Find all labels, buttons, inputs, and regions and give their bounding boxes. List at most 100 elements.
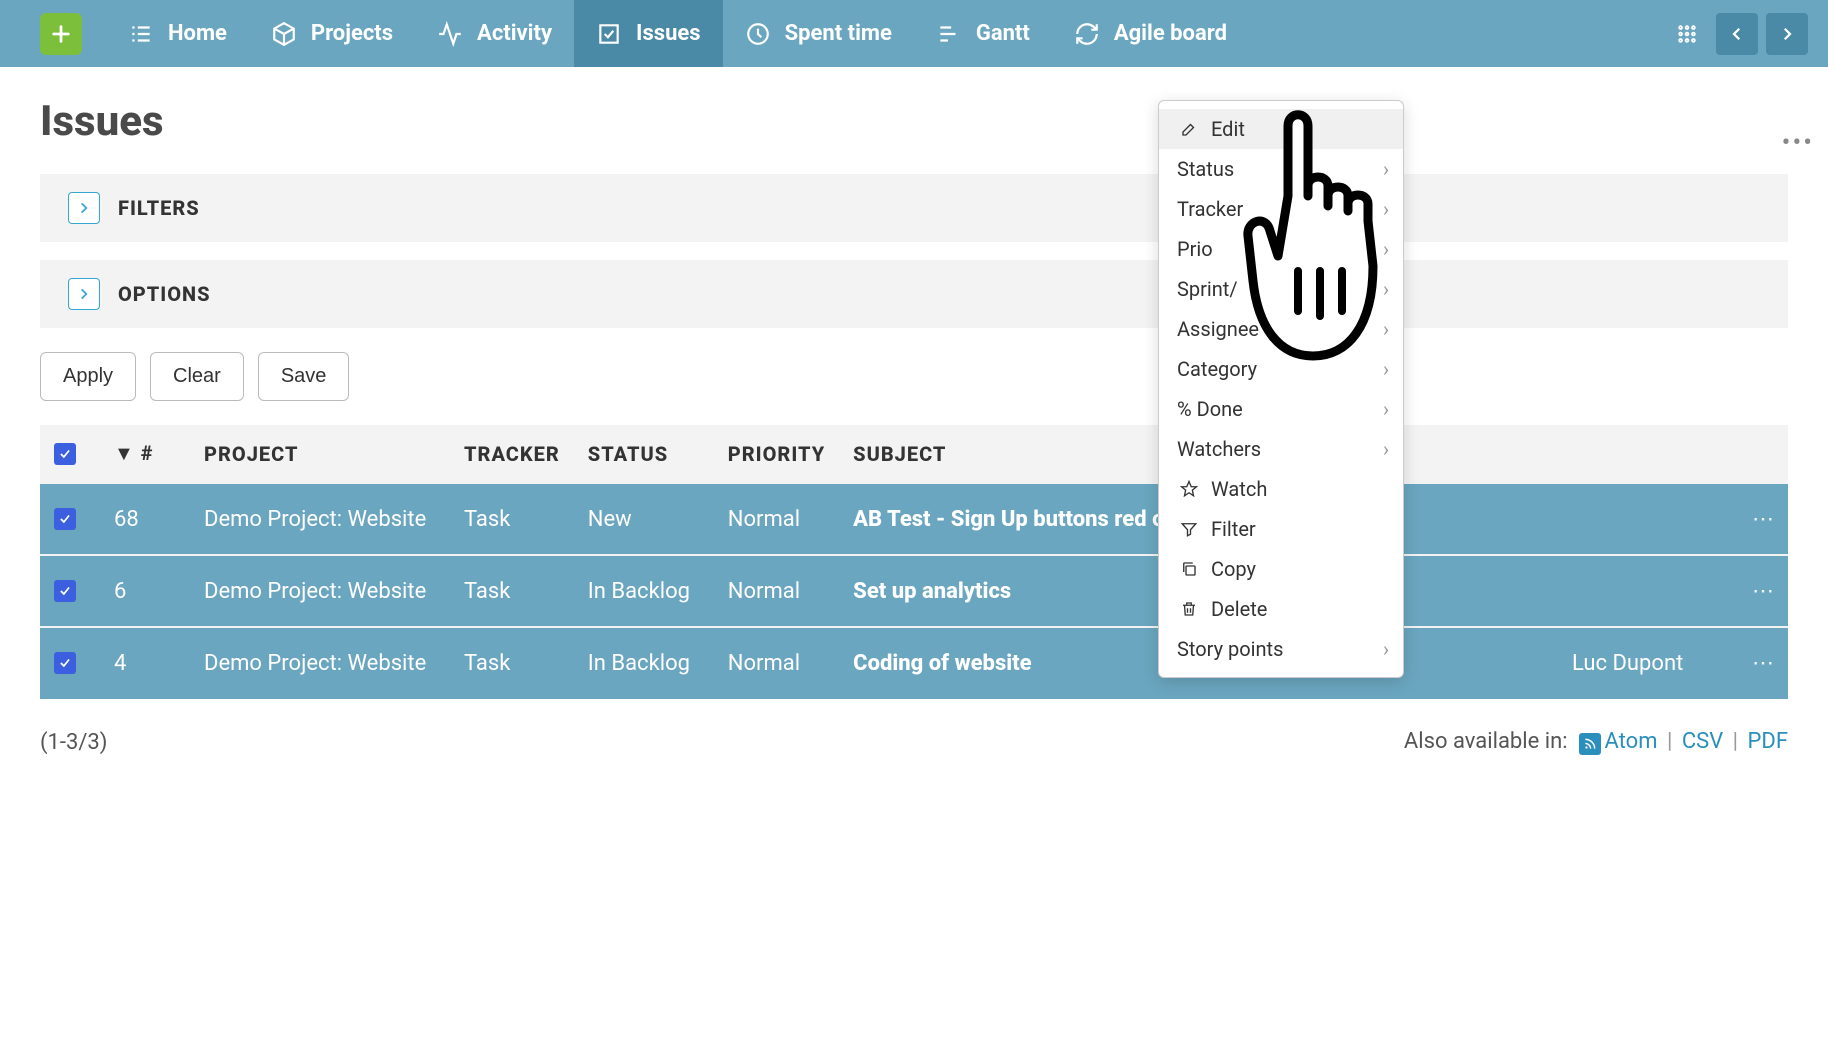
context-menu-item[interactable]: Sprint/› (1159, 269, 1403, 309)
options-toggle[interactable] (68, 278, 100, 310)
context-menu-item[interactable]: Assignee› (1159, 309, 1403, 349)
context-item-label: Status (1177, 157, 1234, 181)
nav-activity[interactable]: Activity (415, 0, 574, 67)
row-checkbox[interactable] (54, 652, 76, 674)
gantt-icon (936, 21, 962, 47)
chevron-right-icon: › (1383, 197, 1389, 221)
page-title: Issues (40, 97, 1788, 146)
row-actions[interactable]: ⋯ (1738, 627, 1788, 699)
context-item-label: Story points (1177, 637, 1283, 661)
nav-issues[interactable]: Issues (574, 0, 723, 67)
row-checkbox[interactable] (54, 508, 76, 530)
context-menu-item[interactable]: Prio› (1159, 229, 1403, 269)
header-status[interactable]: STATUS (574, 425, 714, 483)
context-item-label: Tracker (1177, 197, 1243, 221)
context-menu-item[interactable]: Category › (1159, 349, 1403, 389)
context-menu-item[interactable]: Edit (1159, 109, 1403, 149)
checkbox-icon (54, 443, 76, 465)
edit-icon (1177, 120, 1201, 138)
header-priority[interactable]: PRIORITY (714, 425, 839, 483)
cell-priority: Normal (714, 555, 839, 627)
page-actions-menu[interactable]: ••• (1782, 128, 1814, 158)
nav-spent-time[interactable]: Spent time (723, 0, 914, 67)
activity-icon (437, 21, 463, 47)
chevron-right-icon: › (1383, 237, 1389, 261)
save-button[interactable]: Save (258, 352, 350, 401)
chevron-right-icon: › (1383, 357, 1389, 381)
header-project[interactable]: PROJECT (190, 425, 450, 483)
context-menu-item[interactable]: Copy (1159, 549, 1403, 589)
grid-icon (1676, 23, 1698, 45)
header-id[interactable]: ▼# (100, 425, 190, 483)
trash-icon (1177, 600, 1201, 618)
context-item-label: Filter (1211, 517, 1256, 541)
issues-table: ▼# PROJECT TRACKER STATUS PRIORITY SUBJE… (40, 425, 1788, 699)
export-atom[interactable]: Atom (1605, 729, 1658, 754)
table-row[interactable]: 68 Demo Project: Website Task New Normal… (40, 483, 1788, 555)
row-actions[interactable]: ⋯ (1738, 483, 1788, 555)
pagination-text: (1-3/3) (40, 730, 107, 755)
options-panel: OPTIONS (40, 260, 1788, 328)
context-item-label: Copy (1211, 557, 1256, 581)
nav-prev-button[interactable] (1716, 13, 1758, 55)
nav-label: Agile board (1114, 21, 1227, 46)
export-pdf[interactable]: PDF (1748, 729, 1788, 754)
button-row: Apply Clear Save (40, 352, 1788, 401)
cell-priority: Normal (714, 483, 839, 555)
nav-label: Activity (477, 21, 552, 46)
context-menu-item[interactable]: Watchers› (1159, 429, 1403, 469)
refresh-icon (1074, 21, 1100, 47)
context-item-label: % Done (1177, 397, 1243, 421)
context-menu-item[interactable]: Tracker › (1159, 189, 1403, 229)
cell-id: 6 (100, 555, 190, 627)
context-item-label: Category (1177, 357, 1257, 381)
context-menu-item[interactable]: Delete (1159, 589, 1403, 629)
grid-icon-button[interactable] (1666, 13, 1708, 55)
add-button[interactable] (40, 13, 82, 55)
nav-label: Spent time (785, 21, 892, 46)
nav-next-button[interactable] (1766, 13, 1808, 55)
cell-tracker: Task (450, 555, 574, 627)
context-menu-item[interactable]: % Done› (1159, 389, 1403, 429)
context-menu-item[interactable]: Filter (1159, 509, 1403, 549)
cell-assignee: Luc Dupont (1558, 627, 1738, 699)
cell-tracker: Task (450, 483, 574, 555)
context-menu-item[interactable]: Status › (1159, 149, 1403, 189)
cell-project: Demo Project: Website (190, 483, 450, 555)
cell-assignee (1558, 483, 1738, 555)
filters-toggle[interactable] (68, 192, 100, 224)
export-csv[interactable]: CSV (1682, 729, 1723, 754)
export-links: Also available in: Atom | CSV | PDF (1404, 729, 1788, 755)
nav-gantt[interactable]: Gantt (914, 0, 1052, 67)
table-row[interactable]: 6 Demo Project: Website Task In Backlog … (40, 555, 1788, 627)
header-actions (1738, 425, 1788, 483)
cell-id: 68 (100, 483, 190, 555)
cell-tracker: Task (450, 627, 574, 699)
context-item-label: Assignee (1177, 317, 1259, 341)
apply-button[interactable]: Apply (40, 352, 136, 401)
nav-projects[interactable]: Projects (249, 0, 415, 67)
header-tracker[interactable]: TRACKER (450, 425, 574, 483)
chevron-right-icon: › (1383, 157, 1389, 181)
top-nav: Home Projects Activity Issues Spent time… (0, 0, 1828, 67)
chevron-left-icon (1728, 25, 1746, 43)
chevron-right-icon (77, 201, 91, 215)
page-content: Issues ••• FILTERS OPTIONS Apply Clear S… (0, 67, 1828, 785)
context-item-label: Delete (1211, 597, 1267, 621)
header-assignee[interactable] (1558, 425, 1738, 483)
table-row[interactable]: 4 Demo Project: Website Task In Backlog … (40, 627, 1788, 699)
header-checkbox[interactable] (40, 425, 100, 483)
nav-label: Projects (311, 21, 393, 46)
list-icon (128, 21, 154, 47)
row-checkbox[interactable] (54, 580, 76, 602)
context-menu-item[interactable]: Story points› (1159, 629, 1403, 669)
nav-agile[interactable]: Agile board (1052, 0, 1249, 67)
pagination-row: (1-3/3) Also available in: Atom | CSV | … (40, 729, 1788, 755)
cell-status: In Backlog (574, 555, 714, 627)
context-menu: EditStatus›Tracker›Prio›Sprint/›Assignee… (1158, 100, 1404, 678)
clear-button[interactable]: Clear (150, 352, 244, 401)
context-menu-item[interactable]: Watch (1159, 469, 1403, 509)
nav-home[interactable]: Home (106, 0, 249, 67)
row-actions[interactable]: ⋯ (1738, 555, 1788, 627)
sort-desc-icon: ▼ (114, 441, 135, 466)
